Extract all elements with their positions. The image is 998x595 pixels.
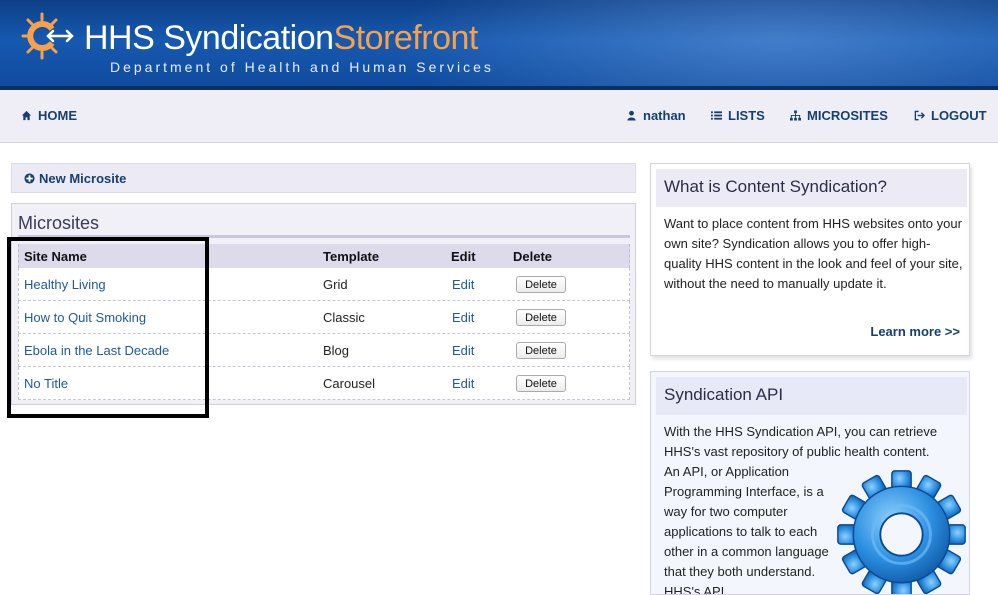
nav-lists[interactable]: LISTS — [711, 108, 765, 123]
edit-link[interactable]: Edit — [452, 376, 474, 391]
syndication-title: What is Content Syndication? — [656, 169, 967, 207]
site-name-link[interactable]: Healthy Living — [24, 277, 106, 292]
delete-button[interactable]: Delete — [516, 342, 566, 359]
table-header: Site Name Template Edit Delete — [18, 244, 630, 268]
nav-logout-label: LOGOUT — [931, 108, 987, 123]
nav-logout[interactable]: LOGOUT — [914, 108, 987, 123]
new-microsite-link[interactable]: New Microsite — [24, 171, 126, 186]
col-template: Template — [323, 249, 380, 264]
brand-title[interactable]: HHS SyndicationStorefront — [84, 18, 478, 58]
syndication-body: Want to place content from HHS websites … — [664, 216, 963, 291]
brand-subtitle: Department of Health and Human Services — [110, 59, 494, 75]
microsites-panel: Microsites Site Name Template Edit Delet… — [11, 203, 636, 405]
table-row: How to Quit Smoking Classic Edit Delete — [18, 301, 630, 334]
edit-link[interactable]: Edit — [452, 343, 474, 358]
delete-button[interactable]: Delete — [516, 276, 566, 293]
syndication-info-box: What is Content Syndication? Want to pla… — [650, 163, 970, 356]
template-cell: Grid — [323, 277, 348, 292]
api-info-box: Syndication API With the HHS Syndication… — [650, 371, 970, 595]
col-edit: Edit — [451, 249, 476, 264]
site-name-link[interactable]: How to Quit Smoking — [24, 310, 146, 325]
list-icon — [711, 111, 722, 120]
microsites-table: Site Name Template Edit Delete Healthy L… — [18, 244, 630, 400]
top-nav: HOME nathan LISTS MICROSITES LOGOUT — [0, 90, 998, 143]
table-row: Healthy Living Grid Edit Delete — [18, 268, 630, 301]
nav-lists-label: LISTS — [728, 108, 765, 123]
sitemap-icon — [790, 110, 801, 121]
nav-home[interactable]: HOME — [21, 108, 77, 123]
brand-storefront: Storefront — [333, 19, 479, 57]
plus-circle-icon — [24, 173, 35, 184]
brand-syndication: Syndication — [163, 19, 334, 57]
table-row: Ebola in the Last Decade Blog Edit Delet… — [18, 334, 630, 367]
template-cell: Carousel — [323, 376, 376, 391]
microsites-divider — [18, 235, 630, 238]
col-delete: Delete — [513, 249, 553, 264]
site-name-link[interactable]: No Title — [24, 376, 68, 391]
user-icon — [627, 110, 636, 121]
nav-user-label: nathan — [643, 108, 686, 123]
table-row: No Title Carousel Edit Delete — [18, 367, 630, 400]
nav-microsites[interactable]: MICROSITES — [790, 108, 888, 123]
delete-button[interactable]: Delete — [516, 375, 566, 392]
microsites-title: Microsites — [18, 213, 100, 233]
home-icon — [21, 110, 32, 121]
api-body-text: An API, or Application Programming Inter… — [664, 464, 829, 595]
template-cell: Blog — [323, 343, 350, 358]
sun-logo-icon[interactable] — [20, 10, 80, 64]
brand-hhs: HHS — [84, 19, 155, 57]
nav-user[interactable]: nathan — [626, 108, 686, 123]
site-header: HHS SyndicationStorefront Department of … — [0, 0, 998, 90]
api-title: Syndication API — [656, 377, 967, 415]
nav-home-label: HOME — [38, 108, 77, 123]
template-cell: Classic — [323, 310, 365, 325]
gear-icon — [837, 470, 966, 594]
new-microsite-bar: New Microsite — [11, 163, 636, 193]
learn-more-link[interactable]: Learn more >> — [870, 324, 960, 339]
api-body-intro: With the HHS Syndication API, you can re… — [664, 424, 938, 459]
edit-link[interactable]: Edit — [452, 310, 474, 325]
site-name-link[interactable]: Ebola in the Last Decade — [24, 343, 169, 358]
logout-icon — [914, 110, 925, 121]
col-site-name: Site Name — [24, 249, 87, 264]
nav-microsites-label: MICROSITES — [807, 108, 888, 123]
delete-button[interactable]: Delete — [516, 309, 566, 326]
edit-link[interactable]: Edit — [452, 277, 474, 292]
new-microsite-label: New Microsite — [39, 171, 127, 186]
